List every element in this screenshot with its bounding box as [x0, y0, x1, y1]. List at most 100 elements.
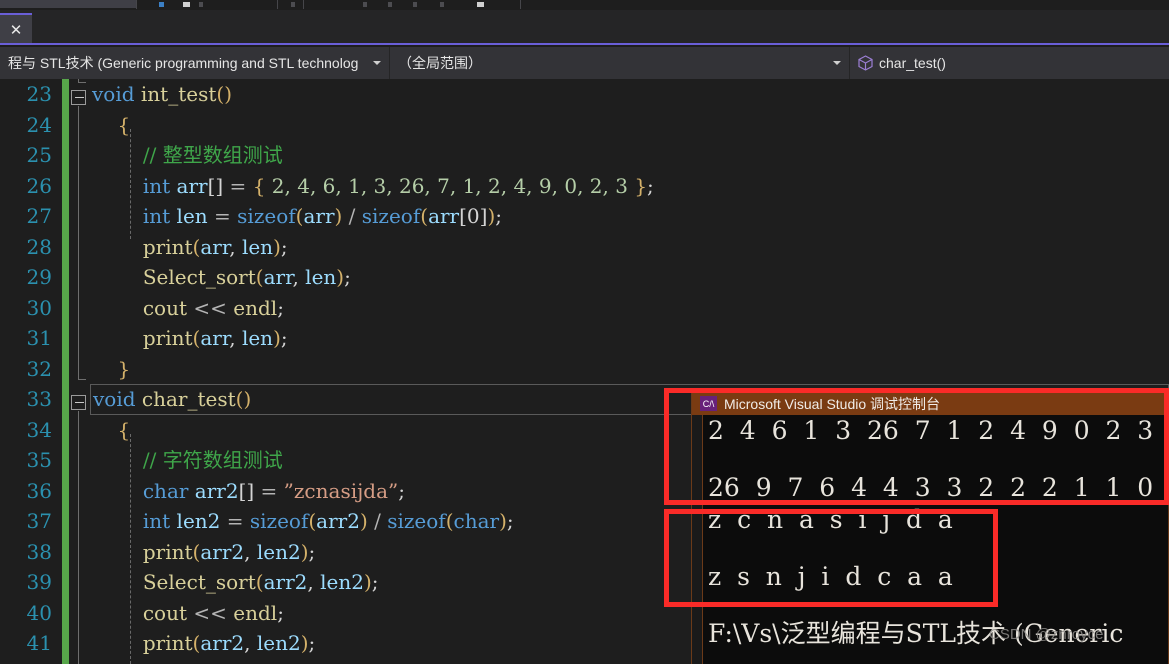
code-token: print — [142, 539, 193, 564]
fold-toggle-line-33[interactable] — [71, 395, 86, 410]
code-token: Select_sort — [142, 570, 256, 594]
toolbar-icon-3[interactable] — [291, 2, 295, 7]
document-tab[interactable]: ✕ — [0, 13, 32, 45]
toolbar-icon-6[interactable] — [413, 2, 417, 7]
code-token: arr — [200, 326, 230, 350]
console-title-bar[interactable]: C/\ Microsoft Visual Studio 调试控制台 — [692, 392, 1168, 415]
toolbar-icon-8[interactable] — [477, 2, 484, 7]
line-number: 37 — [26, 509, 52, 533]
code-token: sizeof — [249, 509, 309, 533]
console-line: z c n a s i j d a — [708, 505, 953, 534]
project-dropdown[interactable]: 程与 STL技术 (Generic programming and STL te… — [0, 47, 390, 79]
code-token: , — [292, 265, 306, 289]
code-line[interactable]: cout << endl; — [92, 293, 1169, 324]
line-number: 40 — [26, 600, 52, 625]
code-token: len2 — [256, 631, 301, 655]
code-token: sizeof — [387, 509, 446, 533]
code-token: sizeof — [237, 204, 296, 228]
toolbar-icon-5[interactable] — [388, 2, 392, 7]
code-line[interactable]: { — [92, 110, 1169, 141]
line-number: 34 — [26, 417, 52, 442]
line-number: 25 — [26, 143, 52, 167]
code-token: arr — [263, 265, 293, 289]
code-token: arr — [303, 204, 335, 228]
code-token: sizeof — [361, 204, 421, 228]
scope-dropdown[interactable]: （全局范围） — [390, 47, 850, 79]
fold-toggle-line-23[interactable] — [71, 90, 86, 105]
visual-studio-icon: C/\ — [700, 396, 717, 411]
code-token: print — [142, 631, 193, 655]
chevron-down-icon[interactable] — [833, 61, 841, 65]
toolbar-icon-white[interactable] — [183, 2, 190, 7]
line-number: 41 — [26, 631, 52, 655]
code-token: , — [229, 326, 242, 350]
fold-elbow-32 — [78, 379, 86, 380]
chevron-down-icon[interactable] — [373, 61, 381, 65]
console-left-margin — [692, 415, 703, 664]
code-token: char — [453, 509, 500, 533]
code-line[interactable]: // 整型数组测试 — [92, 140, 1169, 171]
code-line[interactable]: print(arr, len); — [92, 323, 1169, 354]
close-icon[interactable]: ✕ — [10, 23, 23, 38]
console-line: 26 9 7 6 4 4 3 3 2 2 2 1 1 0 — [708, 473, 1154, 502]
code-token: ; — [398, 478, 406, 503]
code-token: , — [244, 631, 257, 655]
code-token: cout — [142, 295, 188, 320]
debug-console-window[interactable]: C/\ Microsoft Visual Studio 调试控制台 2 4 6 … — [691, 391, 1169, 664]
code-line[interactable]: } — [92, 354, 1169, 385]
fold-guide-22 — [78, 79, 79, 82]
code-token: ; — [280, 234, 288, 259]
toolbar-icon-7[interactable] — [440, 2, 444, 7]
code-line[interactable]: int arr[] = { 2, 4, 6, 1, 3, 26, 7, 1, 2… — [92, 171, 1169, 202]
code-line[interactable]: print(arr, len); — [92, 232, 1169, 263]
toolbar-icon-blue[interactable] — [159, 2, 164, 7]
code-token: len2 — [256, 539, 301, 564]
code-token: , — [244, 539, 257, 564]
line-number: 26 — [26, 173, 52, 198]
code-token: { — [117, 417, 131, 442]
scope-dropdown-label: （全局范围） — [398, 55, 482, 71]
project-dropdown-label: 程与 STL技术 (Generic programming and STL te… — [8, 55, 359, 71]
toolbar-separator — [136, 0, 137, 9]
code-token: ( — [308, 509, 317, 533]
line-number: 28 — [26, 234, 52, 259]
code-token: int_test — [140, 82, 217, 106]
line-number: 31 — [26, 326, 52, 350]
code-token: Select_sort — [142, 265, 256, 289]
code-line[interactable]: void int_test() — [92, 79, 1169, 110]
code-line[interactable]: int len = sizeof(arr) / sizeof(arr[0]); — [92, 201, 1169, 232]
toolbar-plate — [0, 0, 136, 8]
toolbar-icon-gray[interactable] — [199, 2, 203, 7]
member-dropdown[interactable]: char_test() — [850, 47, 1169, 79]
code-token: [] — [238, 478, 255, 503]
code-token: [] — [207, 173, 224, 198]
code-token: = — [220, 509, 250, 533]
line-number: 35 — [26, 448, 52, 472]
navigation-bar: 程与 STL技术 (Generic programming and STL te… — [0, 47, 1169, 79]
code-token: ) — [359, 509, 368, 533]
fold-margin[interactable] — [70, 79, 94, 664]
code-token: void — [93, 387, 136, 411]
code-token: << — [187, 295, 234, 320]
line-number: 33 — [26, 387, 52, 411]
tab-strip: ✕ — [0, 10, 1169, 45]
code-token: ) — [336, 265, 345, 289]
code-token: ; — [308, 631, 316, 655]
code-line[interactable]: Select_sort(arr, len); — [92, 262, 1169, 293]
code-token: [0] — [459, 204, 488, 228]
toolbar-icon-4[interactable] — [363, 2, 367, 7]
code-token: , — [307, 570, 321, 594]
code-token: ”zcnasijda” — [283, 478, 399, 503]
line-number: 32 — [26, 356, 52, 381]
code-token: int — [142, 509, 171, 533]
